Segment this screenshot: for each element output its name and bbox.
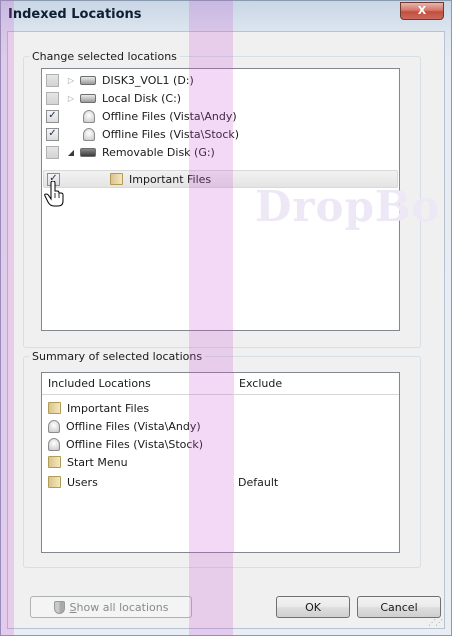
summary-row-label: Important Files [67,401,150,415]
folder-icon [48,402,61,414]
removable-drive-icon [80,147,96,157]
offline-files-icon [48,419,60,433]
watermark-bar-center [189,0,233,636]
change-locations-legend: Change selected locations [32,50,177,63]
column-divider [233,373,234,552]
watermark-bar-left [0,0,14,636]
collapse-arrow-icon[interactable]: ◢ [65,148,77,157]
checkbox-offline-andy[interactable]: ✓ [46,109,59,123]
checkbox-disk3[interactable] [46,73,59,87]
expand-arrow-icon[interactable]: ▷ [65,76,77,85]
show-all-label: how all locations [76,600,169,614]
show-all-mnemonic: S [69,600,77,614]
tree-row-label: Local Disk (C:) [102,91,182,105]
checkbox-offline-stock[interactable]: ✓ [46,127,59,141]
offline-files-icon [83,127,95,141]
summary-row: Important Files [48,399,149,417]
checkbox-removable-disk[interactable] [46,145,59,159]
folder-icon [48,476,61,488]
cancel-button[interactable]: Cancel [357,596,441,618]
checkbox-local-disk[interactable] [46,91,59,105]
expand-arrow-icon[interactable]: ▷ [65,94,77,103]
offline-files-icon [83,109,95,123]
tree-row-disk3[interactable]: ▷ DISK3_VOL1 (D:) [46,71,194,89]
resize-grip-icon[interactable]: ⋰⋰ [428,618,443,627]
window-title: Indexed Locations [8,7,142,22]
summary-row: Offline Files (Vista\Andy) [48,417,201,435]
show-all-locations-button[interactable]: Show all locations [30,596,192,618]
drive-icon [80,93,96,103]
folder-icon [110,173,123,185]
summary-row: Users [48,473,98,491]
summary-row: Start Menu [48,453,128,471]
folder-icon [48,456,61,468]
summary-legend: Summary of selected locations [32,350,203,363]
summary-row-label: Users [67,475,98,489]
exclude-value: Default [238,476,279,489]
drive-icon [80,75,96,85]
column-included-locations[interactable]: Included Locations [48,377,151,390]
column-exclude[interactable]: Exclude [239,377,282,390]
summary-row-label: Offline Files (Vista\Stock) [66,437,204,451]
tree-row-label: DISK3_VOL1 (D:) [102,73,194,87]
uac-shield-icon [53,600,65,614]
hand-cursor-icon [44,181,64,207]
summary-row-label: Offline Files (Vista\Andy) [66,419,201,433]
offline-files-icon [48,437,60,451]
close-button[interactable]: X [400,2,444,20]
summary-row: Offline Files (Vista\Stock) [48,435,203,453]
tree-row-local-disk[interactable]: ▷ Local Disk (C:) [46,89,181,107]
ok-button[interactable]: OK [276,596,350,618]
summary-row-label: Start Menu [67,455,128,469]
